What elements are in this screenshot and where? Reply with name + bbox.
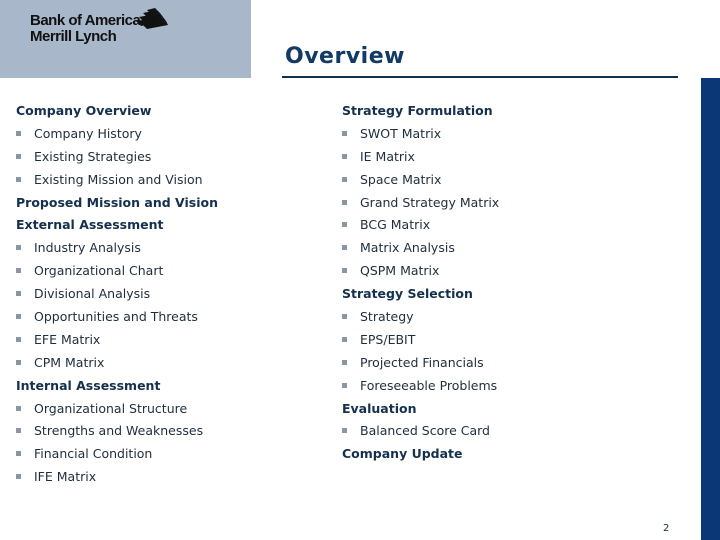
agenda-item-label: Opportunities and Threats bbox=[34, 309, 198, 325]
section-heading: Internal Assessment bbox=[16, 377, 161, 393]
agenda-item-label: Strategy bbox=[360, 309, 414, 325]
section-heading: External Assessment bbox=[16, 217, 164, 233]
square-bullet-icon bbox=[342, 245, 347, 251]
section-heading: Strategy Selection bbox=[342, 286, 473, 302]
square-bullet-icon bbox=[342, 382, 347, 388]
logo-line-1: Bank of America bbox=[30, 12, 141, 29]
agenda-item-label: Space Matrix bbox=[360, 171, 442, 187]
agenda-item-label: Company History bbox=[34, 125, 142, 141]
agenda-item: EFE Matrix bbox=[16, 329, 218, 352]
agenda-item-label: Matrix Analysis bbox=[360, 240, 455, 256]
agenda-item: Strategy bbox=[342, 306, 499, 329]
agenda-item-label: Existing Mission and Vision bbox=[34, 171, 203, 187]
company-logo: Bank of America Merrill Lynch bbox=[30, 12, 141, 45]
agenda-item-label: EPS/EBIT bbox=[360, 331, 416, 347]
square-bullet-icon bbox=[16, 130, 21, 136]
square-bullet-icon bbox=[16, 428, 21, 434]
agenda-item-label: IE Matrix bbox=[360, 148, 415, 164]
agenda-item: Organizational Structure bbox=[16, 398, 218, 421]
agenda-item: Opportunities and Threats bbox=[16, 306, 218, 329]
logo-panel: Bank of America Merrill Lynch bbox=[0, 0, 251, 78]
square-bullet-icon bbox=[16, 176, 21, 182]
agenda-item: Existing Strategies bbox=[16, 146, 218, 169]
square-bullet-icon bbox=[16, 153, 21, 159]
agenda-item-label: EFE Matrix bbox=[34, 331, 101, 347]
section-heading: Company Update bbox=[342, 446, 463, 462]
square-bullet-icon bbox=[16, 474, 21, 480]
square-bullet-icon bbox=[342, 130, 347, 136]
agenda-item: BCG Matrix bbox=[342, 214, 499, 237]
agenda-item: Space Matrix bbox=[342, 169, 499, 192]
square-bullet-icon bbox=[16, 336, 21, 342]
square-bullet-icon bbox=[16, 314, 21, 320]
square-bullet-icon bbox=[342, 314, 347, 320]
agenda-item: Projected Financials bbox=[342, 352, 499, 375]
agenda-item-label: BCG Matrix bbox=[360, 217, 431, 233]
logo-line-2: Merrill Lynch bbox=[30, 28, 117, 45]
square-bullet-icon bbox=[16, 359, 21, 365]
square-bullet-icon bbox=[16, 405, 21, 411]
agenda-item-label: Grand Strategy Matrix bbox=[360, 194, 500, 210]
square-bullet-icon bbox=[16, 268, 21, 274]
agenda-item-label: Industry Analysis bbox=[34, 240, 141, 256]
square-bullet-icon bbox=[342, 199, 347, 205]
agenda-item-label: CPM Matrix bbox=[34, 354, 105, 370]
agenda-item: Industry Analysis bbox=[16, 237, 218, 260]
left-agenda-column: Company Overview Company History Existing … bbox=[16, 100, 218, 489]
agenda-item: Organizational Chart bbox=[16, 260, 218, 283]
agenda-item: IE Matrix bbox=[342, 146, 499, 169]
square-bullet-icon bbox=[342, 359, 347, 365]
square-bullet-icon bbox=[342, 336, 347, 342]
agenda-item-label: Organizational Chart bbox=[34, 263, 164, 279]
agenda-item: Existing Mission and Vision bbox=[16, 169, 218, 192]
section-heading: Company Overview bbox=[16, 103, 152, 118]
section-heading: Strategy Formulation bbox=[342, 103, 493, 118]
square-bullet-icon bbox=[342, 153, 347, 159]
agenda-item-label: QSPM Matrix bbox=[360, 263, 440, 279]
square-bullet-icon bbox=[16, 451, 21, 457]
agenda-item: SWOT Matrix bbox=[342, 123, 499, 146]
agenda-item: Matrix Analysis bbox=[342, 237, 499, 260]
title-underline bbox=[282, 76, 678, 78]
flag-logo-icon bbox=[136, 8, 168, 29]
agenda-item: Grand Strategy Matrix bbox=[342, 192, 499, 215]
right-agenda-column: Strategy Formulation SWOT Matrix IE Matrix… bbox=[342, 100, 499, 466]
section-heading: Proposed Mission and Vision bbox=[16, 194, 218, 210]
agenda-item: Balanced Score Card bbox=[342, 420, 499, 443]
agenda-item-label: Financial Condition bbox=[34, 446, 153, 462]
square-bullet-icon bbox=[342, 268, 347, 274]
agenda-item: QSPM Matrix bbox=[342, 260, 499, 283]
square-bullet-icon bbox=[342, 428, 347, 434]
page-number: 2 bbox=[663, 523, 670, 534]
agenda-item-label: SWOT Matrix bbox=[360, 125, 442, 141]
agenda-item-label: IFE Matrix bbox=[34, 469, 97, 485]
side-accent-bar bbox=[701, 78, 720, 540]
agenda-item: Financial Condition bbox=[16, 443, 218, 466]
agenda-item: Strengths and Weaknesses bbox=[16, 420, 218, 443]
agenda-item-label: Existing Strategies bbox=[34, 148, 152, 164]
page-title: Overview bbox=[285, 44, 405, 69]
agenda-item-label: Divisional Analysis bbox=[34, 286, 151, 302]
square-bullet-icon bbox=[16, 291, 21, 297]
agenda-item: Company History bbox=[16, 123, 218, 146]
agenda-item: Foreseeable Problems bbox=[342, 375, 499, 398]
agenda-item: Divisional Analysis bbox=[16, 283, 218, 306]
section-heading: Evaluation bbox=[342, 400, 417, 416]
square-bullet-icon bbox=[16, 245, 21, 251]
square-bullet-icon bbox=[342, 222, 347, 228]
agenda-item-label: Foreseeable Problems bbox=[360, 377, 498, 393]
agenda-item: EPS/EBIT bbox=[342, 329, 499, 352]
agenda-item: IFE Matrix bbox=[16, 466, 218, 489]
agenda-item-label: Projected Financials bbox=[360, 354, 484, 370]
agenda-item-label: Organizational Structure bbox=[34, 400, 188, 416]
agenda-item-label: Balanced Score Card bbox=[360, 423, 490, 439]
agenda-item-label: Strengths and Weaknesses bbox=[34, 423, 204, 439]
square-bullet-icon bbox=[342, 176, 347, 182]
agenda-item: CPM Matrix bbox=[16, 352, 218, 375]
